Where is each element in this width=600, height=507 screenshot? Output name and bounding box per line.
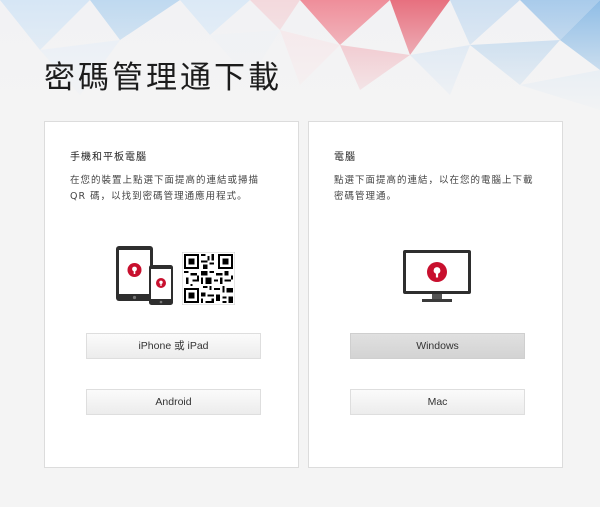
desktop-panel-heading: 電腦: [334, 152, 356, 163]
android-download-button[interactable]: Android: [86, 389, 261, 415]
mobile-download-panel: 手機和平板電腦 在您的裝置上點選下面提高的連結或掃描 QR 碼，以找到密碼管理通…: [44, 121, 299, 468]
mobile-panel-heading: 手機和平板電腦: [70, 152, 147, 163]
password-manager-logo-icon: [427, 262, 447, 282]
qr-code-icon: [182, 252, 235, 305]
desktop-monitor-icon: [403, 250, 471, 302]
windows-download-button[interactable]: Windows: [350, 333, 525, 359]
iphone-ipad-download-button[interactable]: iPhone 或 iPad: [86, 333, 261, 359]
page-title: 密碼管理通下載: [44, 60, 282, 96]
mac-download-button[interactable]: Mac: [350, 389, 525, 415]
desktop-download-panel: 電腦 點選下面提高的連結，以在您的電腦上下載密碼管理通。 Windows Mac: [308, 121, 563, 468]
tablet-and-phone-icon: [116, 246, 173, 305]
desktop-panel-description: 點選下面提高的連結，以在您的電腦上下載密碼管理通。: [334, 175, 534, 202]
mobile-panel-description: 在您的裝置上點選下面提高的連結或掃描 QR 碼，以找到密碼管理通應用程式。: [70, 175, 260, 202]
